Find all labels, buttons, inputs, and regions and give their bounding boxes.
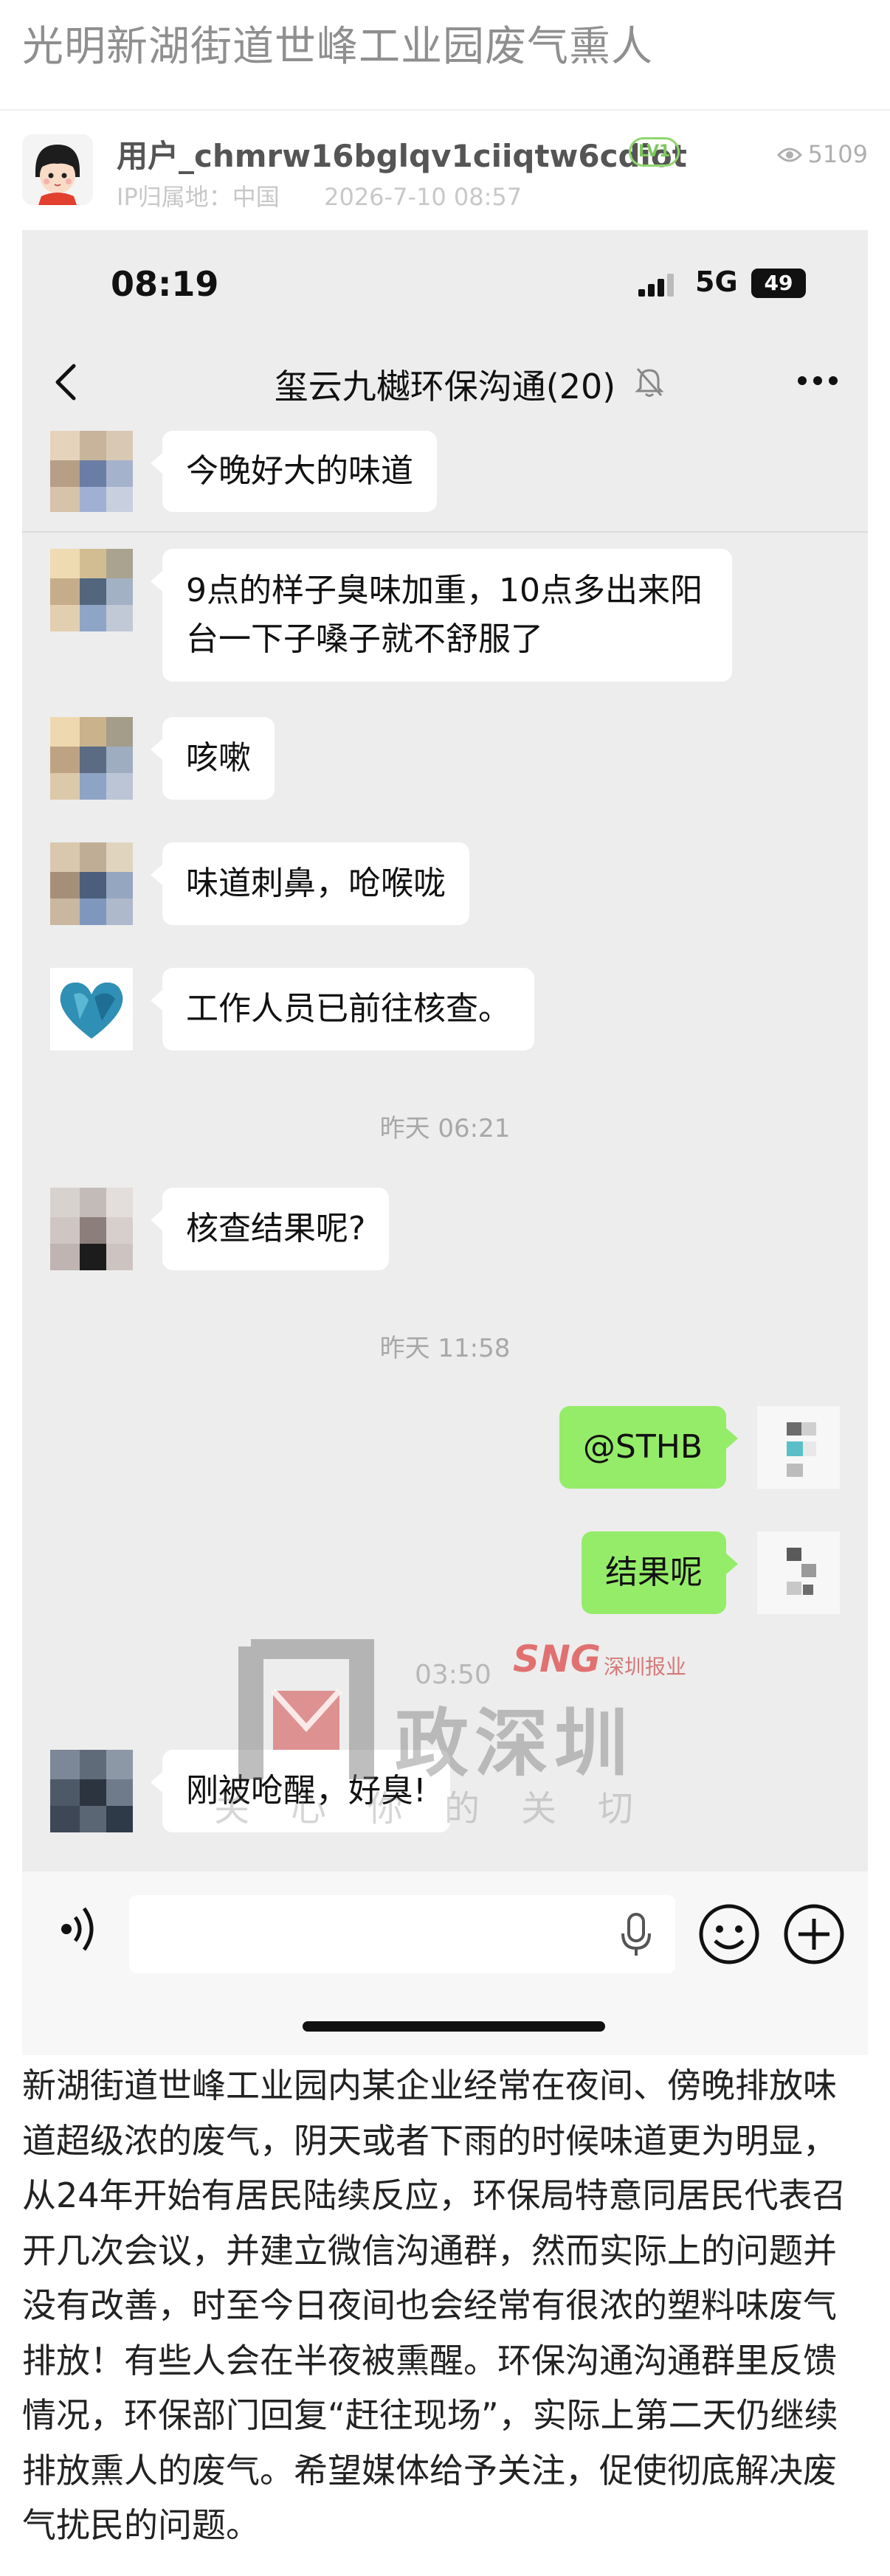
chat-header: 玺云九樾环保沟通(20) (22, 333, 868, 533)
message-bubble[interactable]: 9点的样子臭味加重，10点多出来阳台一下子嗓子就不舒服了 (151, 549, 732, 682)
username[interactable]: 用户_chmrw16bglqv1ciiqtw6cdiot (117, 131, 687, 176)
post-header: 用户_chmrw16bglqv1ciiqtw6cdiot LV1 IP归属地：中… (0, 125, 890, 221)
chat-timestamp: 昨天 06:21 (379, 1114, 511, 1143)
message-bubble[interactable]: 今晚好大的味道 (151, 431, 437, 512)
voice-input-icon[interactable] (52, 1900, 105, 1962)
message-bubble[interactable]: 味道刺鼻，呛喉咙 (151, 842, 469, 925)
chat-screenshot: 08:19 5G 49 玺云九樾环保沟通(20) 今晚好大的味道 9点的样子臭味… (22, 230, 868, 2055)
microphone-icon[interactable] (620, 1911, 652, 1962)
avatar-cartoon-icon (22, 134, 93, 205)
message-time: 03:50 (415, 1660, 491, 1690)
sender-avatar[interactable] (50, 968, 133, 1050)
post-date: 2026-7-10 08:57 (324, 183, 522, 211)
post-meta: IP归属地：中国 2026-7-10 08:57 (117, 179, 522, 212)
more-functions-plus-icon[interactable] (782, 1902, 846, 1969)
view-count-value: 5109 (807, 140, 868, 168)
sender-avatar[interactable] (50, 717, 133, 800)
message-bubble[interactable]: 刚被呛醒，好臭! (151, 1750, 450, 1832)
my-message-bubble[interactable]: @STHB (559, 1406, 739, 1489)
chat-header-divider (22, 531, 868, 533)
message-bubble[interactable]: 核查结果呢? (150, 1188, 390, 1270)
sender-avatar[interactable] (50, 431, 133, 512)
my-avatar[interactable] (757, 1406, 840, 1489)
message-bubble[interactable]: 工作人员已前往核查。 (151, 968, 534, 1050)
sender-avatar[interactable] (50, 549, 133, 631)
sender-avatar[interactable] (50, 842, 133, 925)
avatar[interactable] (22, 134, 93, 205)
message-bubble[interactable]: 咳嗽 (151, 717, 275, 800)
battery-indicator: 49 (751, 269, 806, 298)
post-body: 新湖街道世峰工业园内某企业经常在夜间、傍晚排放味道超级浓的废气，阴天或者下雨的时… (22, 2066, 846, 2545)
eye-icon (776, 142, 802, 170)
status-time: 08:19 (111, 264, 219, 304)
network-type: 5G (695, 266, 738, 298)
level-badge: LV1 (629, 137, 680, 167)
message-input[interactable] (129, 1895, 675, 1973)
watermark-brand: SNG (513, 1638, 601, 1680)
status-bar: 08:19 5G 49 (22, 230, 868, 333)
watermark-brand-sub: 深圳报业 (604, 1655, 687, 1679)
page-title: 光明新湖街道世峰工业园废气熏人 (22, 23, 653, 71)
more-options-icon[interactable] (797, 375, 838, 389)
signal-icon (638, 273, 683, 300)
my-message-bubble[interactable]: 结果呢 (582, 1531, 738, 1614)
sender-avatar[interactable] (50, 1188, 133, 1270)
view-count: 5109 (776, 140, 868, 170)
mute-bell-icon (635, 366, 664, 401)
sender-avatar[interactable] (50, 1750, 133, 1832)
home-indicator (303, 2021, 605, 2032)
my-avatar[interactable] (757, 1531, 840, 1614)
ip-location: IP归属地：中国 (117, 183, 280, 211)
chat-timestamp: 昨天 11:58 (379, 1334, 511, 1363)
emoji-icon[interactable] (697, 1902, 761, 1969)
title-divider (0, 109, 890, 111)
chat-title: 玺云九樾环保沟通(20) (274, 367, 616, 406)
